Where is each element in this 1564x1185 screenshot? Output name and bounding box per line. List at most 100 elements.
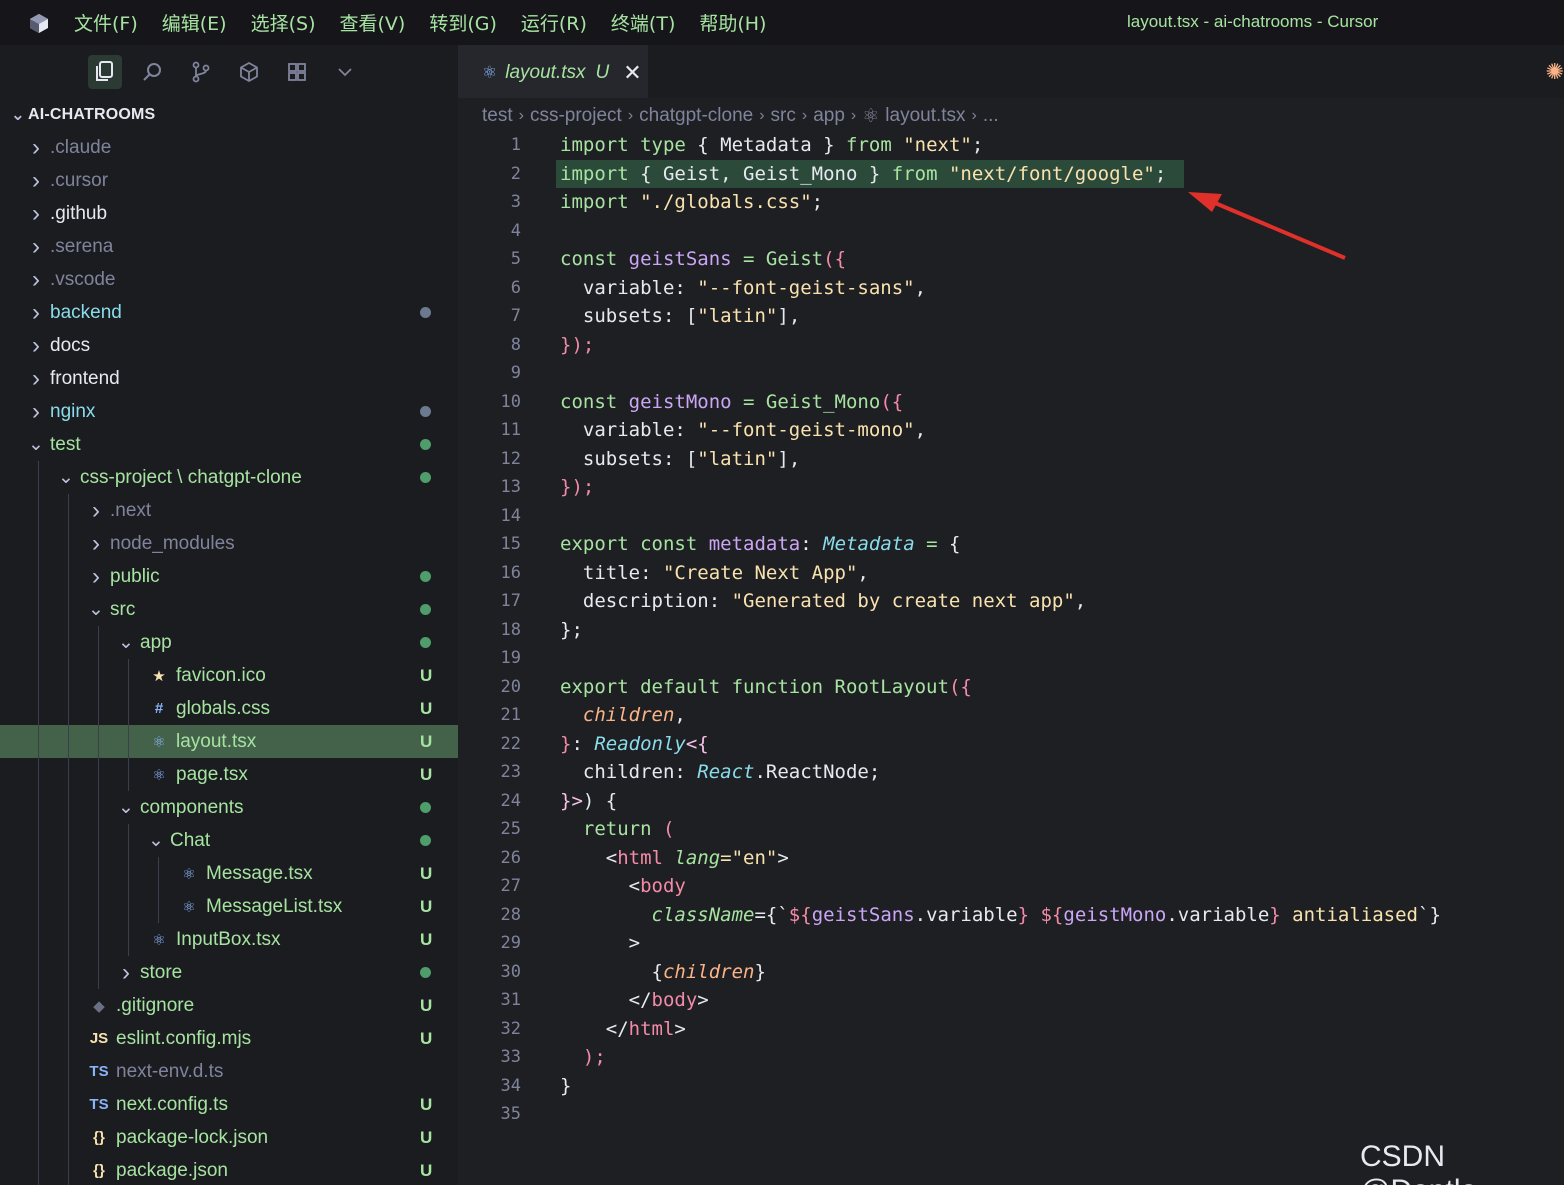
source-control-icon[interactable] <box>184 55 218 89</box>
code-line[interactable]: 25 return ( <box>458 815 1564 844</box>
code-line[interactable]: 15 export const metadata: Metadata = { <box>458 530 1564 559</box>
file-item[interactable]: TS next-env.d.ts <box>0 1055 458 1088</box>
breadcrumb-item[interactable]: ... <box>983 105 999 127</box>
code-line[interactable]: 9 <box>458 359 1564 388</box>
extensions-icon[interactable] <box>232 55 266 89</box>
code-line[interactable]: 24}>) { <box>458 787 1564 816</box>
breadcrumb-item[interactable]: layout.tsx <box>885 105 965 127</box>
code-line[interactable]: 23 children: React.ReactNode; <box>458 758 1564 787</box>
file-item[interactable]: ⚛ Message.tsx U <box>0 857 458 890</box>
menu-item[interactable]: 运行(R) <box>509 9 599 36</box>
file-item[interactable]: ★ favicon.ico U <box>0 659 458 692</box>
folder-item[interactable]: › .next <box>0 494 458 527</box>
folder-item[interactable]: ⌄ components <box>0 791 458 824</box>
folder-item[interactable]: › .vscode <box>0 263 458 296</box>
code-line[interactable]: 30 {children} <box>458 958 1564 987</box>
folder-item[interactable]: › backend <box>0 296 458 329</box>
code-area[interactable]: 1 import type { Metadata } from "next"; 2 i… <box>458 131 1564 1129</box>
menu-item[interactable]: 编辑(E) <box>150 9 239 36</box>
folder-item[interactable]: › docs <box>0 329 458 362</box>
code-line[interactable]: 3 import "./globals.css"; <box>458 188 1564 217</box>
code-line[interactable]: 22}: Readonly<{ <box>458 730 1564 759</box>
file-item[interactable]: ⚛ page.tsx U <box>0 758 458 791</box>
menu-item[interactable]: 帮助(H) <box>687 9 778 36</box>
code-line[interactable]: 10 const geistMono = Geist_Mono({ <box>458 388 1564 417</box>
file-item[interactable]: ⚛ MessageList.tsx U <box>0 890 458 923</box>
code-line[interactable]: 34} <box>458 1072 1564 1101</box>
line-number: 17 <box>500 591 521 612</box>
code-token: ({ <box>823 248 847 271</box>
close-icon[interactable]: ✕ <box>623 60 641 86</box>
code-line[interactable]: 7 subsets: ["latin"], <box>458 302 1564 331</box>
file-item[interactable]: {} package-lock.json U <box>0 1121 458 1154</box>
folder-item[interactable]: › frontend <box>0 362 458 395</box>
folder-item[interactable]: ⌄ test <box>0 428 458 461</box>
breadcrumb-item[interactable]: chatgpt-clone <box>639 105 753 127</box>
sparkle-icon[interactable]: ✺ <box>1546 59 1564 85</box>
code-line[interactable]: 27 <body <box>458 872 1564 901</box>
code-line[interactable]: 32 </html> <box>458 1015 1564 1044</box>
files-icon[interactable] <box>88 54 122 89</box>
folder-item[interactable]: › nginx <box>0 395 458 428</box>
file-item[interactable]: ⚛ layout.tsx U <box>0 725 458 758</box>
grid-icon[interactable] <box>280 55 314 89</box>
code-token: ={` <box>754 903 789 926</box>
file-item[interactable]: {} package.json U <box>0 1154 458 1185</box>
code-line[interactable]: 17 description: "Generated by create nex… <box>458 587 1564 616</box>
menu-item[interactable]: 终端(T) <box>599 9 687 36</box>
modified-dot-icon <box>420 472 431 483</box>
code-line[interactable]: 8}); <box>458 331 1564 360</box>
folder-item[interactable]: › node_modules <box>0 527 458 560</box>
code-line[interactable]: 26 <html lang="en"> <box>458 844 1564 873</box>
code-line[interactable]: 14 <box>458 502 1564 531</box>
code-line[interactable]: 16 title: "Create Next App", <box>458 559 1564 588</box>
menu-item[interactable]: 查看(V) <box>328 9 418 36</box>
breadcrumb-item[interactable]: test <box>482 105 513 127</box>
menu-item[interactable]: 转到(G) <box>417 9 509 36</box>
folder-item[interactable]: › .claude <box>0 131 458 164</box>
tab-layout-tsx[interactable]: ⚛ layout.tsx U ✕ <box>458 45 648 98</box>
code-line[interactable]: 11 variable: "--font-geist-mono", <box>458 416 1564 445</box>
tree-item-label: css-project \ chatgpt-clone <box>80 466 302 488</box>
folder-item[interactable]: › .cursor <box>0 164 458 197</box>
code-line[interactable]: 18}; <box>458 616 1564 645</box>
code-line[interactable]: 2 import { Geist, Geist_Mono } from "next… <box>458 159 1564 189</box>
code-line[interactable]: 29 > <box>458 929 1564 958</box>
folder-item[interactable]: ⌄ app <box>0 626 458 659</box>
file-item[interactable]: ◆ .gitignore U <box>0 989 458 1022</box>
indent-guide <box>98 725 99 758</box>
folder-item[interactable]: › .serena <box>0 230 458 263</box>
folder-item[interactable]: › store <box>0 956 458 989</box>
code-line[interactable]: 13}); <box>458 473 1564 502</box>
code-line[interactable]: 35 <box>458 1100 1564 1129</box>
file-item[interactable]: TS next.config.ts U <box>0 1088 458 1121</box>
folder-item[interactable]: › .github <box>0 197 458 230</box>
folder-item[interactable]: › public <box>0 560 458 593</box>
code-line[interactable]: 28 className={`${geistSans.variable} ${g… <box>458 901 1564 930</box>
file-item[interactable]: JS eslint.config.mjs U <box>0 1022 458 1055</box>
code-line[interactable]: 19 <box>458 644 1564 673</box>
breadcrumb-item[interactable]: css-project <box>530 105 622 127</box>
file-item[interactable]: ⚛ InputBox.tsx U <box>0 923 458 956</box>
folder-item[interactable]: ⌄ Chat <box>0 824 458 857</box>
folder-item[interactable]: ⌄ css-project \ chatgpt-clone <box>0 461 458 494</box>
code-line[interactable]: 20 export default function RootLayout({ <box>458 673 1564 702</box>
chevron-down-icon[interactable] <box>328 55 362 89</box>
code-line[interactable]: 31 </body> <box>458 986 1564 1015</box>
code-line[interactable]: 21 children, <box>458 701 1564 730</box>
folder-item[interactable]: ⌄ src <box>0 593 458 626</box>
menu-item[interactable]: 文件(F) <box>62 9 150 36</box>
breadcrumb-item[interactable]: app <box>813 105 845 127</box>
file-item[interactable]: # globals.css U <box>0 692 458 725</box>
explorer-title[interactable]: ⌄ AI-CHATROOMS <box>0 98 458 131</box>
code-line[interactable]: 4 <box>458 217 1564 246</box>
menu-item[interactable]: 选择(S) <box>239 9 328 36</box>
code-line[interactable]: 6 variable: "--font-geist-sans", <box>458 274 1564 303</box>
search-icon[interactable] <box>136 55 170 89</box>
code-line[interactable]: 1 import type { Metadata } from "next"; <box>458 131 1564 160</box>
breadcrumb-item[interactable]: src <box>771 105 796 127</box>
code-line[interactable]: 5 const geistSans = Geist({ <box>458 245 1564 274</box>
code-line[interactable]: 33 ); <box>458 1043 1564 1072</box>
tree-item-label: package-lock.json <box>116 1126 269 1148</box>
code-line[interactable]: 12 subsets: ["latin"], <box>458 445 1564 474</box>
